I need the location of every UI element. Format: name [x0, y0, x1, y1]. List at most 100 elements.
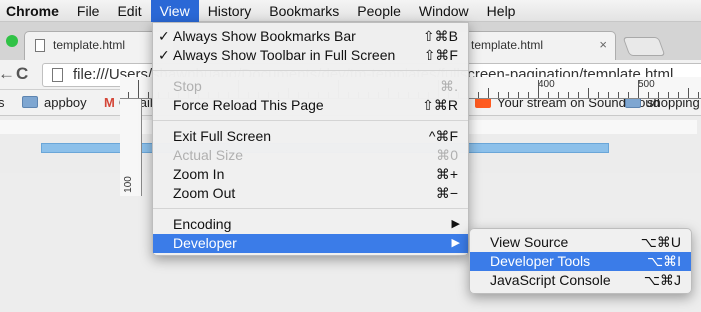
ruler-tick	[618, 92, 619, 98]
menu-separator	[153, 70, 468, 71]
menu-item-shortcut: ⇧⌘F	[423, 47, 458, 63]
gmail-icon: M	[104, 95, 115, 110]
menu-item-zoom-in[interactable]: Zoom In ⌘+	[153, 165, 468, 184]
submenu-arrow-icon: ▶	[451, 218, 460, 230]
menu-item-label: Developer	[173, 235, 237, 251]
checkmark-icon: ✓	[158, 47, 170, 63]
ruler-tick	[508, 92, 509, 98]
ruler-tick	[688, 88, 689, 98]
menu-item-javascript-console[interactable]: JavaScript Console ⌥⌘J	[470, 271, 691, 290]
reload-icon[interactable]: C	[16, 64, 28, 84]
menu-item-label: Zoom In	[173, 166, 225, 182]
menu-item-always-show-toolbar[interactable]: ✓ Always Show Toolbar in Full Screen ⇧⌘F	[153, 46, 468, 65]
tab-title: template.html	[53, 38, 126, 52]
menu-item-shortcut: ⌥⌘J	[643, 272, 681, 288]
ruler-tick	[638, 80, 639, 98]
checkmark-icon: ✓	[158, 28, 170, 44]
menu-history[interactable]: History	[199, 0, 261, 22]
ruler-label: 400	[538, 79, 555, 90]
bookmark-appboy[interactable]: appboy	[22, 94, 87, 112]
ruler-tick	[478, 92, 479, 98]
ruler-tick	[488, 88, 489, 98]
ruler-tick	[648, 92, 649, 98]
ruler-tick	[608, 92, 609, 98]
close-icon[interactable]: ×	[599, 37, 607, 52]
folder-icon	[22, 96, 38, 108]
menu-item-view-source[interactable]: View Source ⌥⌘U	[470, 233, 691, 252]
ruler-tick	[588, 88, 589, 98]
ruler-tick	[148, 92, 149, 98]
menu-bookmarks[interactable]: Bookmarks	[260, 0, 348, 22]
menu-people[interactable]: People	[348, 0, 410, 22]
menu-item-label: Always Show Bookmarks Bar	[173, 28, 356, 44]
menu-item-stop: Stop ⌘.	[153, 77, 468, 96]
ruler-tick	[498, 92, 499, 98]
menu-edit[interactable]: Edit	[108, 0, 150, 22]
menu-item-label: Developer Tools	[490, 253, 591, 269]
ruler-tick	[598, 92, 599, 98]
menu-item-label: Force Reload This Page	[173, 97, 324, 113]
page-icon	[52, 68, 63, 82]
ruler-tick	[538, 80, 539, 98]
menu-item-shortcut: ⌘+	[435, 166, 458, 182]
menu-item-label: Zoom Out	[173, 185, 236, 201]
back-icon[interactable]: ←	[0, 64, 15, 84]
menu-item-shortcut: ^⌘F	[428, 128, 458, 144]
menu-item-actual-size: Actual Size ⌘0	[153, 146, 468, 165]
menu-item-shortcut: ⌥⌘I	[646, 253, 681, 269]
menu-separator	[153, 208, 468, 209]
menu-bar: Chrome File Edit View History Bookmarks …	[0, 0, 701, 22]
menu-item-label: View Source	[490, 234, 569, 250]
ruler-label: 500	[638, 79, 655, 90]
ruler-tick	[128, 92, 129, 98]
menu-item-label: Stop	[173, 78, 202, 94]
menu-item-label: Actual Size	[173, 147, 244, 163]
menu-separator	[153, 120, 468, 121]
submenu-arrow-icon: ▶	[451, 237, 460, 249]
menu-item-always-show-bookmarks-bar[interactable]: ✓ Always Show Bookmarks Bar ⇧⌘B	[153, 27, 468, 46]
menu-view[interactable]: View	[150, 0, 199, 22]
menu-item-label: JavaScript Console	[490, 272, 611, 288]
ruler-tick	[628, 92, 629, 98]
ruler-tick	[138, 80, 139, 98]
bookmark-label: s	[0, 95, 5, 110]
ruler-tick	[528, 92, 529, 98]
menu-help[interactable]: Help	[478, 0, 525, 22]
menu-item-developer-tools[interactable]: Developer Tools ⌥⌘I	[470, 252, 691, 271]
ruler-label: 100	[122, 176, 134, 193]
ruler-vertical: 100	[120, 99, 142, 196]
view-menu: ✓ Always Show Bookmarks Bar ⇧⌘B ✓ Always…	[152, 22, 469, 256]
menu-item-force-reload[interactable]: Force Reload This Page ⇧⌘R	[153, 96, 468, 115]
menu-item-shortcut: ⇧⌘R	[422, 97, 458, 113]
ruler-tick	[668, 92, 669, 98]
ruler-tick	[658, 92, 659, 98]
menu-file[interactable]: File	[68, 0, 109, 22]
bookmark-label: appboy	[44, 95, 87, 110]
menu-item-shortcut: ⌘−	[435, 185, 458, 201]
ruler-tick	[678, 92, 679, 98]
tab-title: template.html	[471, 38, 544, 52]
menu-item-label: Always Show Toolbar in Full Screen	[173, 47, 396, 63]
menu-item-shortcut: ⌘0	[436, 147, 458, 163]
window-zoom-button[interactable]	[6, 35, 18, 47]
menu-item-label: Exit Full Screen	[173, 128, 272, 144]
menu-item-exit-full-screen[interactable]: Exit Full Screen ^⌘F	[153, 127, 468, 146]
page-icon	[35, 39, 45, 52]
bookmark-item[interactable]: s	[0, 94, 5, 112]
menu-item-zoom-out[interactable]: Zoom Out ⌘−	[153, 184, 468, 203]
ruler-tick	[568, 92, 569, 98]
menu-item-developer[interactable]: Developer ▶	[153, 234, 468, 253]
ruler-tick	[698, 92, 699, 98]
ruler-tick	[578, 92, 579, 98]
menu-item-shortcut: ⌥⌘U	[640, 234, 681, 250]
menu-window[interactable]: Window	[410, 0, 478, 22]
menu-item-encoding[interactable]: Encoding ▶	[153, 215, 468, 234]
ruler-tick	[558, 92, 559, 98]
new-tab-button[interactable]	[622, 37, 666, 56]
menu-chrome[interactable]: Chrome	[0, 0, 68, 22]
ruler-tick	[548, 92, 549, 98]
menu-item-shortcut: ⌘.	[440, 78, 458, 94]
menu-item-shortcut: ⇧⌘B	[422, 28, 458, 44]
ruler-tick	[518, 92, 519, 98]
developer-submenu: View Source ⌥⌘U Developer Tools ⌥⌘I Java…	[469, 228, 692, 294]
